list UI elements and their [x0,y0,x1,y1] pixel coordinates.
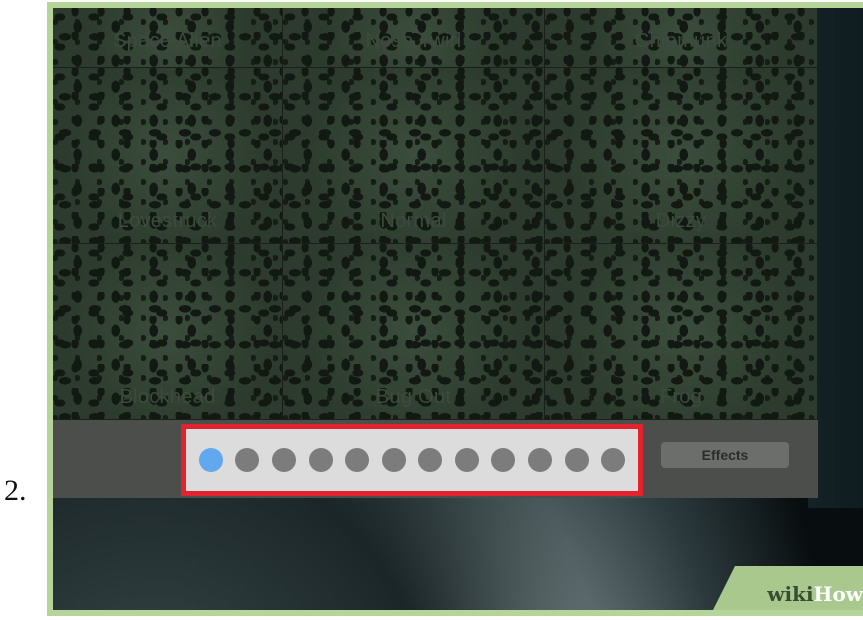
page-dot[interactable] [601,448,626,472]
effect-label: Lovestruck [117,210,218,232]
effect-lovestruck[interactable]: Lovestruck [53,68,283,244]
page-dot[interactable] [454,448,479,472]
effect-bug-out[interactable]: Bug Out [283,244,545,420]
bottom-toolbar: Effects [53,420,818,498]
wikihow-logo: wikiHow [767,582,863,606]
page-dot[interactable] [381,448,406,472]
effect-label: Normal [380,210,447,232]
page-dot[interactable] [418,448,443,472]
effect-label: Space Alien [113,30,222,52]
effect-space-alien[interactable]: Space Alien [53,8,283,68]
effect-nose-twirl[interactable]: Nose Twirl [283,8,545,68]
effect-label: Nose Twirl [365,30,462,52]
page-dot[interactable] [528,448,553,472]
effect-normal[interactable]: Normal [283,68,545,244]
effects-grid: Space Alien Nose Twirl Chipmunk Lovestru… [53,8,818,420]
page-dots-highlight [181,424,643,496]
effect-label: Chipmunk [634,30,728,52]
page-dot[interactable] [308,448,333,472]
screenshot-frame: Space Alien Nose Twirl Chipmunk Lovestru… [47,2,863,616]
step-number: 2. [4,474,27,507]
effect-chipmunk[interactable]: Chipmunk [545,8,818,68]
effect-label: Dizzy [655,210,707,232]
wikihow-watermark: wikiHow [713,566,863,610]
wikihow-logo-suffix: How [813,582,863,606]
photo-booth-window: Space Alien Nose Twirl Chipmunk Lovestru… [53,8,818,498]
page-dot-active[interactable] [198,448,223,472]
effect-frog[interactable]: Frog [545,244,818,420]
page-dots [186,429,638,491]
effect-label: Bug Out [375,386,452,408]
effects-button[interactable]: Effects [661,442,789,468]
page-dot[interactable] [564,448,589,472]
effect-dizzy[interactable]: Dizzy [545,68,818,244]
effect-label: Blockhead [119,386,216,408]
page-dot[interactable] [271,448,296,472]
wikihow-logo-prefix: wiki [767,582,814,606]
effect-blockhead[interactable]: Blockhead [53,244,283,420]
page-dot[interactable] [491,448,516,472]
effect-label: Frog [659,386,703,408]
page-dot[interactable] [235,448,260,472]
page-dot[interactable] [345,448,370,472]
